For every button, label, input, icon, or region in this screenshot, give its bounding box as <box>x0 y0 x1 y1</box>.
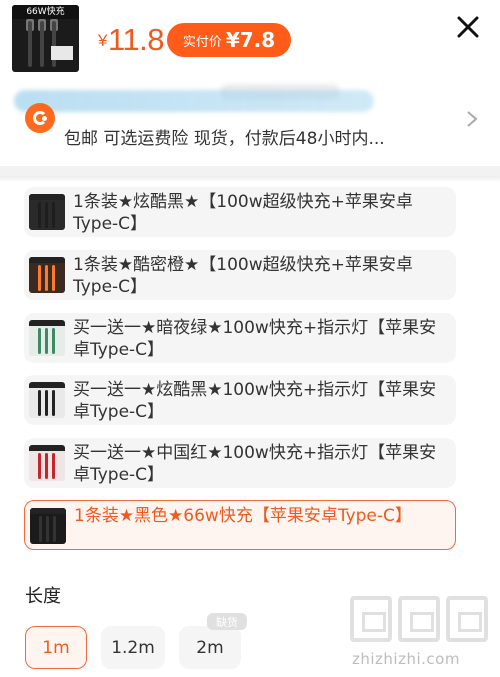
length-option-1-2m[interactable]: 1.2m <box>101 626 165 669</box>
option-thumbnail <box>29 257 65 293</box>
cable <box>45 390 48 416</box>
option-thumbnail <box>29 382 65 418</box>
cable <box>38 202 41 228</box>
cable <box>52 328 55 354</box>
cable <box>39 516 42 542</box>
package-label <box>51 46 73 60</box>
thumbnail-header <box>29 445 65 451</box>
option-thumbnail <box>29 320 65 356</box>
cable <box>46 516 49 542</box>
cable <box>52 453 55 479</box>
thumbnail-header <box>29 382 65 388</box>
real-price-value: ¥7.8 <box>225 28 276 52</box>
cable <box>38 328 41 354</box>
sold-out-badge: 缺货 <box>207 613 247 630</box>
option-label: 1条装★酷密橙★【100w超级快充+苹果安卓Type-C】 <box>73 255 413 297</box>
cable <box>38 390 41 416</box>
cable <box>45 328 48 354</box>
real-price-badge: 实付价 ¥7.8 <box>167 23 291 57</box>
cable <box>38 453 41 479</box>
cable <box>52 265 55 291</box>
option-item[interactable]: 1条装★黑色★66w快充【苹果安卓Type-C】 <box>24 500 456 550</box>
option-thumbnail <box>30 508 66 544</box>
watermark-text: zhizhizhi.com <box>352 650 460 668</box>
product-thumbnail[interactable]: 66W快充 <box>12 5 79 72</box>
cable <box>53 516 56 542</box>
option-label: 买一送一★中国红★100w快充+指示灯【苹果安卓Type-C】 <box>73 443 437 485</box>
price: 11.8 <box>108 22 165 57</box>
option-label: 1条装★炫酷黑★【100w超级快充+苹果安卓Type-C】 <box>73 192 413 234</box>
option-item[interactable]: 1条装★炫酷黑★【100w超级快充+苹果安卓Type-C】 <box>24 187 456 237</box>
option-thumbnail <box>29 194 65 230</box>
price-currency: ¥ <box>98 31 108 50</box>
cable <box>38 265 41 291</box>
thumbnail-header <box>29 257 65 263</box>
watermark-logo <box>350 596 492 642</box>
cable <box>45 453 48 479</box>
length-title: 长度 <box>25 586 61 607</box>
scroll-shadow <box>0 176 500 182</box>
option-item[interactable]: 买一送一★炫酷黑★100w快充+指示灯【苹果安卓Type-C】 <box>24 375 456 425</box>
cable <box>45 265 48 291</box>
shipping-icon <box>25 103 55 133</box>
section-divider <box>0 166 500 176</box>
option-label: 1条装★黑色★66w快充【苹果安卓Type-C】 <box>74 506 412 526</box>
thumbnail-tag: 66W快充 <box>12 5 79 19</box>
redacted-address <box>14 90 374 112</box>
close-icon[interactable] <box>455 14 481 40</box>
thumbnail-header <box>29 194 65 200</box>
cable <box>28 21 32 67</box>
cable <box>40 21 44 67</box>
length-option-1m[interactable]: 1m <box>25 626 87 669</box>
cable <box>45 202 48 228</box>
shipping-info[interactable]: 包邮 可选运费险 现货，付款后48小时内... <box>64 124 385 149</box>
cable <box>52 390 55 416</box>
option-thumbnail <box>29 445 65 481</box>
cable <box>52 202 55 228</box>
option-item[interactable]: 1条装★酷密橙★【100w超级快充+苹果安卓Type-C】 <box>24 250 456 300</box>
real-price-label: 实付价 <box>182 34 222 50</box>
option-label: 买一送一★炫酷黑★100w快充+指示灯【苹果安卓Type-C】 <box>73 380 437 422</box>
option-label: 买一送一★暗夜绿★100w快充+指示灯【苹果安卓Type-C】 <box>73 318 437 360</box>
cable <box>52 21 56 67</box>
chevron-right-icon[interactable] <box>466 110 478 128</box>
thumbnail-header <box>30 508 66 514</box>
thumbnail-header <box>29 320 65 326</box>
length-option-2m[interactable]: 2m <box>179 626 241 669</box>
option-item[interactable]: 买一送一★暗夜绿★100w快充+指示灯【苹果安卓Type-C】 <box>24 313 456 363</box>
option-item[interactable]: 买一送一★中国红★100w快充+指示灯【苹果安卓Type-C】 <box>24 438 456 488</box>
